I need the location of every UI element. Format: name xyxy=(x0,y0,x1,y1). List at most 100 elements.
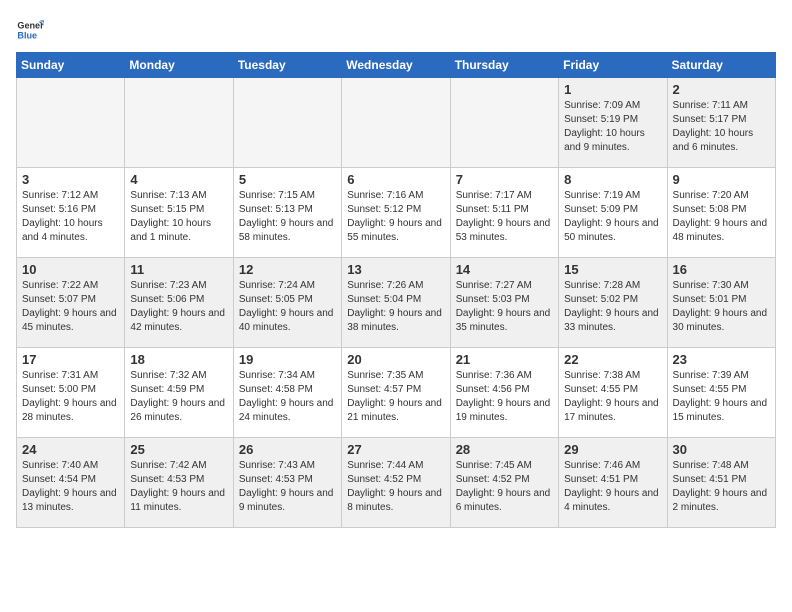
day-number: 10 xyxy=(22,262,119,277)
calendar-cell: 17 Sunrise: 7:31 AM Sunset: 5:00 PM Dayli… xyxy=(17,348,125,438)
day-info: Sunrise: 7:12 AM Sunset: 5:16 PM Dayligh… xyxy=(22,189,119,245)
day-info: Sunrise: 7:09 AM Sunset: 5:19 PM Dayligh… xyxy=(564,99,661,155)
day-info: Sunrise: 7:19 AM Sunset: 5:09 PM Dayligh… xyxy=(564,189,661,245)
day-info: Sunrise: 7:31 AM Sunset: 5:00 PM Dayligh… xyxy=(22,369,119,425)
calendar-cell: 15 Sunrise: 7:28 AM Sunset: 5:02 PM Dayli… xyxy=(559,258,667,348)
day-number: 30 xyxy=(673,442,770,457)
calendar-cell: 28 Sunrise: 7:45 AM Sunset: 4:52 PM Dayli… xyxy=(450,438,558,528)
weekday-friday: Friday xyxy=(559,53,667,78)
calendar-cell: 26 Sunrise: 7:43 AM Sunset: 4:53 PM Dayli… xyxy=(233,438,341,528)
day-info: Sunrise: 7:30 AM Sunset: 5:01 PM Dayligh… xyxy=(673,279,770,335)
calendar-cell: 10 Sunrise: 7:22 AM Sunset: 5:07 PM Dayli… xyxy=(17,258,125,348)
day-number: 21 xyxy=(456,352,553,367)
day-number: 8 xyxy=(564,172,661,187)
calendar-cell xyxy=(17,78,125,168)
calendar-cell: 8 Sunrise: 7:19 AM Sunset: 5:09 PM Daylig… xyxy=(559,168,667,258)
calendar-cell: 2 Sunrise: 7:11 AM Sunset: 5:17 PM Daylig… xyxy=(667,78,775,168)
day-number: 19 xyxy=(239,352,336,367)
day-number: 3 xyxy=(22,172,119,187)
day-number: 25 xyxy=(130,442,227,457)
day-number: 2 xyxy=(673,82,770,97)
day-info: Sunrise: 7:22 AM Sunset: 5:07 PM Dayligh… xyxy=(22,279,119,335)
calendar-cell: 11 Sunrise: 7:23 AM Sunset: 5:06 PM Dayli… xyxy=(125,258,233,348)
day-info: Sunrise: 7:48 AM Sunset: 4:51 PM Dayligh… xyxy=(673,459,770,515)
day-info: Sunrise: 7:42 AM Sunset: 4:53 PM Dayligh… xyxy=(130,459,227,515)
day-number: 28 xyxy=(456,442,553,457)
day-number: 20 xyxy=(347,352,444,367)
calendar-cell xyxy=(342,78,450,168)
weekday-monday: Monday xyxy=(125,53,233,78)
week-row-4: 17 Sunrise: 7:31 AM Sunset: 5:00 PM Dayli… xyxy=(17,348,776,438)
day-number: 6 xyxy=(347,172,444,187)
calendar-table: SundayMondayTuesdayWednesdayThursdayFrid… xyxy=(16,52,776,528)
day-info: Sunrise: 7:44 AM Sunset: 4:52 PM Dayligh… xyxy=(347,459,444,515)
calendar-cell: 6 Sunrise: 7:16 AM Sunset: 5:12 PM Daylig… xyxy=(342,168,450,258)
day-number: 4 xyxy=(130,172,227,187)
calendar-cell: 24 Sunrise: 7:40 AM Sunset: 4:54 PM Dayli… xyxy=(17,438,125,528)
day-number: 18 xyxy=(130,352,227,367)
day-info: Sunrise: 7:16 AM Sunset: 5:12 PM Dayligh… xyxy=(347,189,444,245)
calendar-cell: 18 Sunrise: 7:32 AM Sunset: 4:59 PM Dayli… xyxy=(125,348,233,438)
day-number: 26 xyxy=(239,442,336,457)
day-number: 9 xyxy=(673,172,770,187)
week-row-5: 24 Sunrise: 7:40 AM Sunset: 4:54 PM Dayli… xyxy=(17,438,776,528)
day-info: Sunrise: 7:39 AM Sunset: 4:55 PM Dayligh… xyxy=(673,369,770,425)
weekday-header-row: SundayMondayTuesdayWednesdayThursdayFrid… xyxy=(17,53,776,78)
day-number: 1 xyxy=(564,82,661,97)
calendar-body: 1 Sunrise: 7:09 AM Sunset: 5:19 PM Daylig… xyxy=(17,78,776,528)
day-info: Sunrise: 7:35 AM Sunset: 4:57 PM Dayligh… xyxy=(347,369,444,425)
calendar-cell: 4 Sunrise: 7:13 AM Sunset: 5:15 PM Daylig… xyxy=(125,168,233,258)
calendar-cell: 27 Sunrise: 7:44 AM Sunset: 4:52 PM Dayli… xyxy=(342,438,450,528)
week-row-1: 1 Sunrise: 7:09 AM Sunset: 5:19 PM Daylig… xyxy=(17,78,776,168)
calendar-cell: 30 Sunrise: 7:48 AM Sunset: 4:51 PM Dayli… xyxy=(667,438,775,528)
svg-text:Blue: Blue xyxy=(17,30,37,40)
day-number: 5 xyxy=(239,172,336,187)
day-number: 14 xyxy=(456,262,553,277)
day-info: Sunrise: 7:40 AM Sunset: 4:54 PM Dayligh… xyxy=(22,459,119,515)
logo-icon: General Blue xyxy=(16,16,44,44)
weekday-tuesday: Tuesday xyxy=(233,53,341,78)
day-info: Sunrise: 7:23 AM Sunset: 5:06 PM Dayligh… xyxy=(130,279,227,335)
day-info: Sunrise: 7:20 AM Sunset: 5:08 PM Dayligh… xyxy=(673,189,770,245)
day-number: 7 xyxy=(456,172,553,187)
weekday-saturday: Saturday xyxy=(667,53,775,78)
day-info: Sunrise: 7:45 AM Sunset: 4:52 PM Dayligh… xyxy=(456,459,553,515)
day-number: 23 xyxy=(673,352,770,367)
calendar-cell: 1 Sunrise: 7:09 AM Sunset: 5:19 PM Daylig… xyxy=(559,78,667,168)
day-info: Sunrise: 7:24 AM Sunset: 5:05 PM Dayligh… xyxy=(239,279,336,335)
day-info: Sunrise: 7:11 AM Sunset: 5:17 PM Dayligh… xyxy=(673,99,770,155)
calendar-cell: 22Sunrise: 7:38 AM Sunset: 4:55 PM Dayli… xyxy=(559,348,667,438)
weekday-thursday: Thursday xyxy=(450,53,558,78)
calendar-cell xyxy=(450,78,558,168)
day-number: 24 xyxy=(22,442,119,457)
day-number: 27 xyxy=(347,442,444,457)
day-info: Sunrise: 7:13 AM Sunset: 5:15 PM Dayligh… xyxy=(130,189,227,245)
day-info: Sunrise: 7:27 AM Sunset: 5:03 PM Dayligh… xyxy=(456,279,553,335)
day-number: 11 xyxy=(130,262,227,277)
calendar-cell: 12Sunrise: 7:24 AM Sunset: 5:05 PM Dayli… xyxy=(233,258,341,348)
calendar-cell: 21Sunrise: 7:36 AM Sunset: 4:56 PM Dayli… xyxy=(450,348,558,438)
weekday-wednesday: Wednesday xyxy=(342,53,450,78)
day-number: 13 xyxy=(347,262,444,277)
calendar-cell: 19Sunrise: 7:34 AM Sunset: 4:58 PM Dayli… xyxy=(233,348,341,438)
day-info: Sunrise: 7:32 AM Sunset: 4:59 PM Dayligh… xyxy=(130,369,227,425)
weekday-sunday: Sunday xyxy=(17,53,125,78)
day-info: Sunrise: 7:43 AM Sunset: 4:53 PM Dayligh… xyxy=(239,459,336,515)
calendar-cell: 14 Sunrise: 7:27 AM Sunset: 5:03 PM Dayli… xyxy=(450,258,558,348)
day-number: 17 xyxy=(22,352,119,367)
calendar-cell xyxy=(233,78,341,168)
week-row-3: 10 Sunrise: 7:22 AM Sunset: 5:07 PM Dayli… xyxy=(17,258,776,348)
day-info: Sunrise: 7:26 AM Sunset: 5:04 PM Dayligh… xyxy=(347,279,444,335)
day-info: Sunrise: 7:28 AM Sunset: 5:02 PM Dayligh… xyxy=(564,279,661,335)
calendar-cell: 7 Sunrise: 7:17 AM Sunset: 5:11 PM Daylig… xyxy=(450,168,558,258)
calendar-cell xyxy=(125,78,233,168)
calendar-cell: 5 Sunrise: 7:15 AM Sunset: 5:13 PM Daylig… xyxy=(233,168,341,258)
day-info: Sunrise: 7:15 AM Sunset: 5:13 PM Dayligh… xyxy=(239,189,336,245)
day-info: Sunrise: 7:17 AM Sunset: 5:11 PM Dayligh… xyxy=(456,189,553,245)
day-number: 15 xyxy=(564,262,661,277)
logo: General Blue xyxy=(16,16,48,44)
calendar-cell: 20 Sunrise: 7:35 AM Sunset: 4:57 PM Dayli… xyxy=(342,348,450,438)
calendar-cell: 29Sunrise: 7:46 AM Sunset: 4:51 PM Dayli… xyxy=(559,438,667,528)
day-number: 29 xyxy=(564,442,661,457)
calendar-cell: 3 Sunrise: 7:12 AM Sunset: 5:16 PM Daylig… xyxy=(17,168,125,258)
